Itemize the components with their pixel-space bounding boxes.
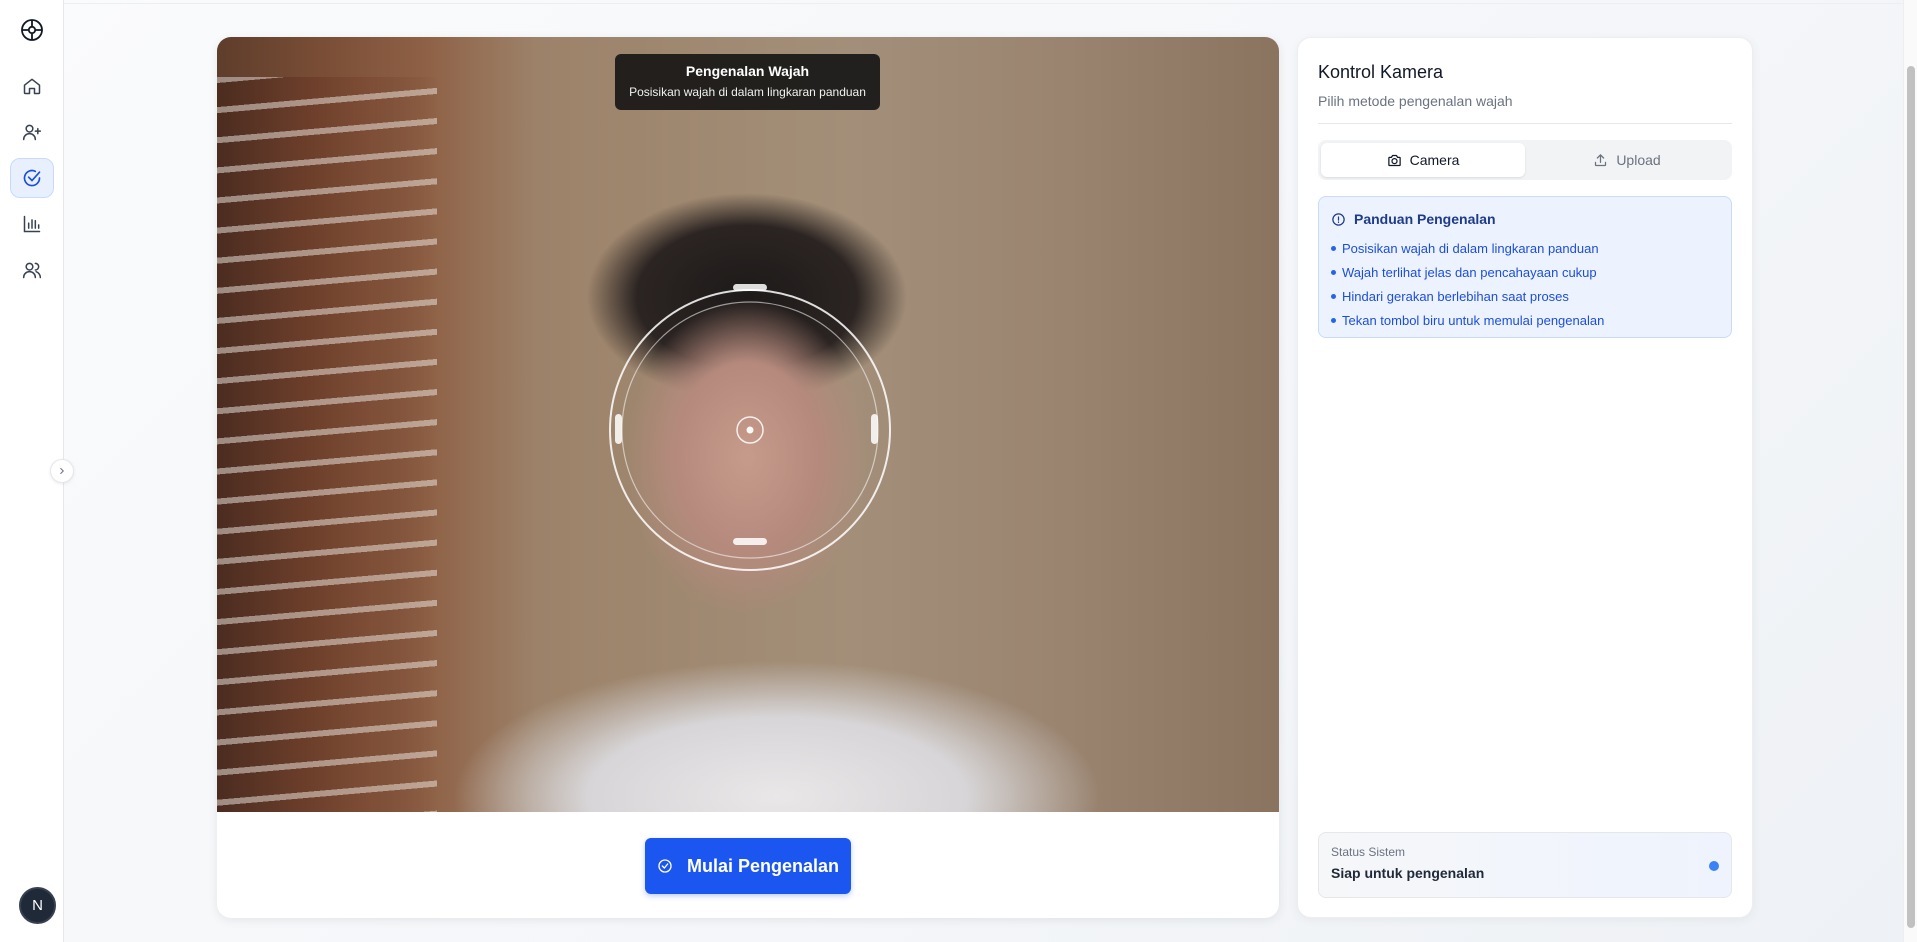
panel-subtitle: Pilih metode pengenalan wajah xyxy=(1318,93,1513,109)
sidebar-item-register[interactable] xyxy=(10,112,54,152)
start-button-label: Mulai Pengenalan xyxy=(686,855,840,876)
recognition-guide: Panduan Pengenalan Posisikan wajah di da… xyxy=(1318,196,1732,338)
panel-title: Kontrol Kamera xyxy=(1318,62,1444,82)
list-item: Wajah terlihat jelas dan pencahayaan cuk… xyxy=(1331,260,1719,284)
check-circle-icon xyxy=(23,169,40,187)
status-indicator xyxy=(1709,861,1719,871)
camera-control-panel: Kontrol Kamera Pilih metode pengenalan w… xyxy=(1297,37,1753,918)
list-item: Tekan tombol biru untuk memulai pengenal… xyxy=(1331,308,1719,332)
sidebar-item-users[interactable] xyxy=(10,250,54,290)
chevron-right-icon xyxy=(60,467,64,475)
list-item: Hindari gerakan berlebihan saat proses xyxy=(1331,284,1719,308)
tab-camera-label: Camera xyxy=(1409,152,1460,168)
users-icon xyxy=(22,262,41,279)
bullet-icon xyxy=(1331,317,1336,323)
start-recognition-button[interactable]: Mulai Pengenalan xyxy=(645,838,851,894)
camera-feed: Pengenalan Wajah Posisikan wajah di dala… xyxy=(217,37,1279,812)
tooltip-subtitle: Posisikan wajah di dalam lingkaran pandu… xyxy=(629,85,866,99)
divider xyxy=(1318,123,1732,124)
list-item: Posisikan wajah di dalam lingkaran pandu… xyxy=(1331,236,1719,260)
tooltip-title: Pengenalan Wajah xyxy=(685,63,810,79)
avatar[interactable]: N xyxy=(19,887,56,924)
sidebar-item-reports[interactable] xyxy=(10,204,54,244)
guide-title-text: Panduan Pengenalan xyxy=(1354,211,1496,227)
user-plus-icon xyxy=(22,124,41,141)
tab-upload-label: Upload xyxy=(1616,152,1661,168)
info-icon xyxy=(1332,212,1345,226)
tab-camera[interactable]: Camera xyxy=(1321,143,1525,177)
home-icon xyxy=(23,78,40,95)
page-scrollbar[interactable] xyxy=(1903,0,1917,942)
aperture-icon[interactable] xyxy=(18,16,46,44)
background-shelf xyxy=(217,77,437,812)
status-label: Status Sistem xyxy=(1331,845,1406,859)
tab-upload[interactable]: Upload xyxy=(1525,143,1729,177)
camera-tooltip: Pengenalan Wajah Posisikan wajah di dala… xyxy=(615,54,880,110)
sidebar-expand-button[interactable] xyxy=(50,459,74,483)
camera-card: Pengenalan Wajah Posisikan wajah di dala… xyxy=(217,37,1279,918)
sidebar-item-recognize[interactable] xyxy=(9,158,54,198)
guide-title: Panduan Pengenalan xyxy=(1331,211,1719,227)
guide-item-text: Hindari gerakan berlebihan saat proses xyxy=(1342,288,1569,304)
method-tabs: Camera Upload xyxy=(1318,140,1732,180)
guide-item-text: Tekan tombol biru untuk memulai pengenal… xyxy=(1342,312,1605,328)
face-guide-circle xyxy=(609,284,891,571)
avatar-initial: N xyxy=(32,897,43,914)
upload-icon xyxy=(1595,153,1607,166)
system-status: Status Sistem Siap untuk pengenalan xyxy=(1318,832,1732,898)
scrollbar-thumb[interactable] xyxy=(1907,66,1915,928)
top-bar xyxy=(64,0,1917,4)
camera-icon xyxy=(1387,154,1401,166)
bar-chart-icon xyxy=(23,215,40,233)
bullet-icon xyxy=(1331,269,1336,275)
guide-item-text: Wajah terlihat jelas dan pencahayaan cuk… xyxy=(1342,264,1597,280)
sidebar-nav xyxy=(9,66,54,290)
bullet-icon xyxy=(1331,293,1336,299)
sidebar-item-home[interactable] xyxy=(10,66,54,106)
check-circle-icon xyxy=(658,859,672,873)
bullet-icon xyxy=(1331,245,1336,251)
guide-item-text: Posisikan wajah di dalam lingkaran pandu… xyxy=(1342,240,1599,256)
status-value: Siap untuk pengenalan xyxy=(1331,865,1485,881)
guide-list: Posisikan wajah di dalam lingkaran pandu… xyxy=(1331,236,1719,332)
